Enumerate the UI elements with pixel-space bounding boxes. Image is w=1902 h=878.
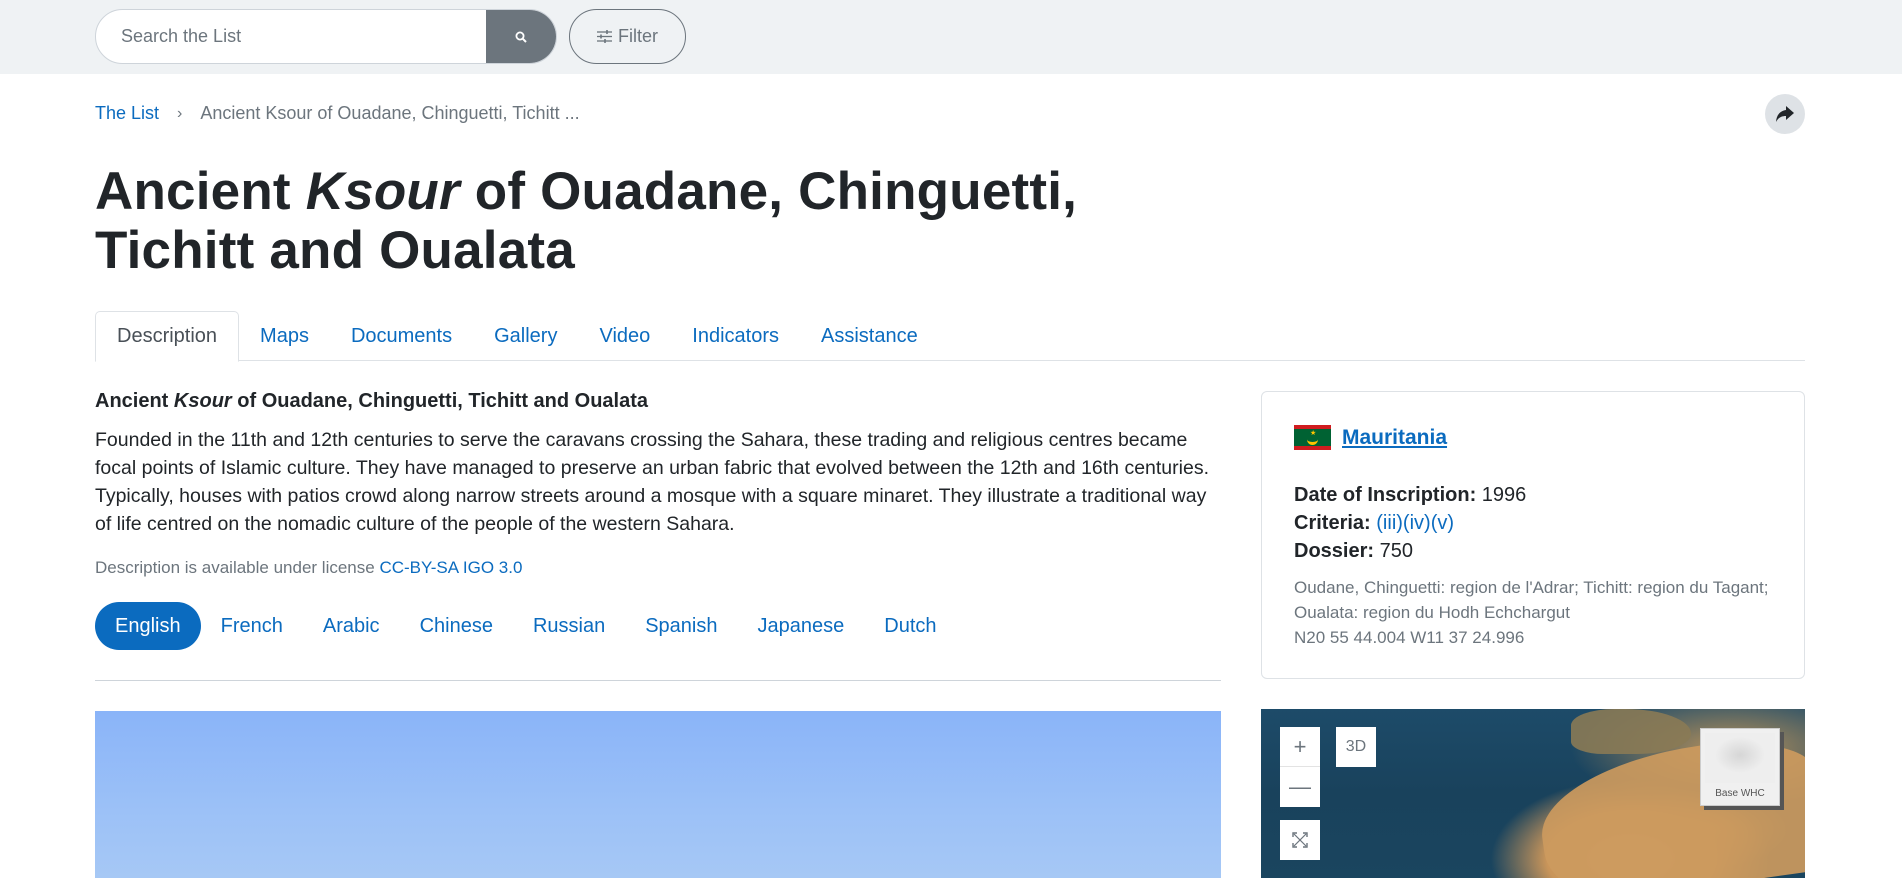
filter-label: Filter [618,26,658,46]
zoom-out-button[interactable]: — [1280,767,1320,807]
search-input[interactable] [96,10,488,63]
site-map[interactable]: + — 3D Base WHC [1261,709,1805,878]
divider [95,680,1221,681]
criteria-label: Criteria: [1294,512,1371,534]
tab-video[interactable]: Video [578,311,671,361]
share-button[interactable] [1765,94,1805,134]
tab-documents[interactable]: Documents [330,311,473,361]
region-text: Oudane, Chinguetti: region de l'Adrar; T… [1294,578,1769,622]
inscription-date: Date of Inscription: 1996 [1294,484,1526,507]
filter-button[interactable]: Filter [569,9,686,64]
basemap-switcher[interactable]: Base WHC [1700,728,1780,806]
sliders-icon [597,30,612,43]
search-button[interactable] [486,10,556,63]
breadcrumb-current: Ancient Ksour of Ouadane, Chinguetti, Ti… [200,103,580,123]
tab-maps[interactable]: Maps [239,311,330,361]
lang-chinese[interactable]: Chinese [400,602,513,650]
inscription-value: 1996 [1481,484,1527,506]
language-switcher: English French Arabic Chinese Russian Sp… [95,602,957,650]
top-search-bar: Filter [0,0,1902,74]
fullscreen-button[interactable] [1280,820,1320,860]
criteria-link-v[interactable]: (v) [1431,512,1454,534]
page-title: Ancient Ksour of Ouadane, Chinguetti, Ti… [95,162,1095,280]
lang-dutch[interactable]: Dutch [864,602,956,650]
tab-bar: Description Maps Documents Gallery Video… [95,311,1805,362]
desc-heading-part1: Ancient [95,390,174,412]
license-note: Description is available under license C… [95,558,522,578]
tab-gallery[interactable]: Gallery [473,311,578,361]
breadcrumb: The List › Ancient Ksour of Ouadane, Chi… [95,103,580,124]
region-info: Oudane, Chinguetti: region de l'Adrar; T… [1294,575,1774,650]
site-photo[interactable] [95,711,1221,878]
zoom-in-button[interactable]: + [1280,727,1320,767]
basemap-thumbnail [1705,733,1775,783]
lang-french[interactable]: French [201,602,303,650]
license-link[interactable]: CC-BY-SA IGO 3.0 [379,558,522,577]
lang-japanese[interactable]: Japanese [738,602,865,650]
search-icon [515,31,527,43]
coordinates: N20 55 44.004 W11 37 24.996 [1294,628,1525,647]
criteria: Criteria: (iii)(iv)(v) [1294,512,1454,535]
lang-english[interactable]: English [95,602,201,650]
lang-arabic[interactable]: Arabic [303,602,400,650]
breadcrumb-separator: › [177,104,183,122]
title-italic: Ksour [305,162,460,221]
description-heading: Ancient Ksour of Ouadane, Chinguetti, Ti… [95,390,648,413]
criteria-link-iv[interactable]: (iv) [1403,512,1431,534]
license-prefix: Description is available under license [95,558,380,577]
lang-spanish[interactable]: Spanish [625,602,737,650]
share-icon [1776,106,1794,122]
country-link[interactable]: Mauritania [1342,426,1447,450]
basemap-label: Base WHC [1715,788,1765,799]
lang-russian[interactable]: Russian [513,602,625,650]
map-landmass [1571,709,1691,754]
desc-heading-italic: Ksour [173,390,232,412]
dossier-value: 750 [1379,540,1413,562]
site-info-card: ★ Mauritania Date of Inscription: 1996 C… [1261,391,1805,679]
mauritania-flag-icon: ★ [1294,425,1331,450]
search-box [95,9,557,64]
3d-toggle-button[interactable]: 3D [1336,727,1376,767]
tab-indicators[interactable]: Indicators [671,311,800,361]
country-row: ★ Mauritania [1294,425,1447,450]
inscription-label: Date of Inscription: [1294,484,1477,506]
criteria-link-iii[interactable]: (iii) [1376,512,1403,534]
tab-assistance[interactable]: Assistance [800,311,939,361]
fullscreen-icon [1292,832,1308,848]
desc-heading-part2: of Ouadane, Chinguetti, Tichitt and Oual… [231,390,649,412]
description-text: Founded in the 11th and 12th centuries t… [95,429,1209,535]
dossier-label: Dossier: [1294,540,1375,562]
breadcrumb-root-link[interactable]: The List [95,103,159,124]
title-part1: Ancient [95,162,306,221]
dossier: Dossier: 750 [1294,540,1413,563]
tab-description[interactable]: Description [95,311,240,362]
